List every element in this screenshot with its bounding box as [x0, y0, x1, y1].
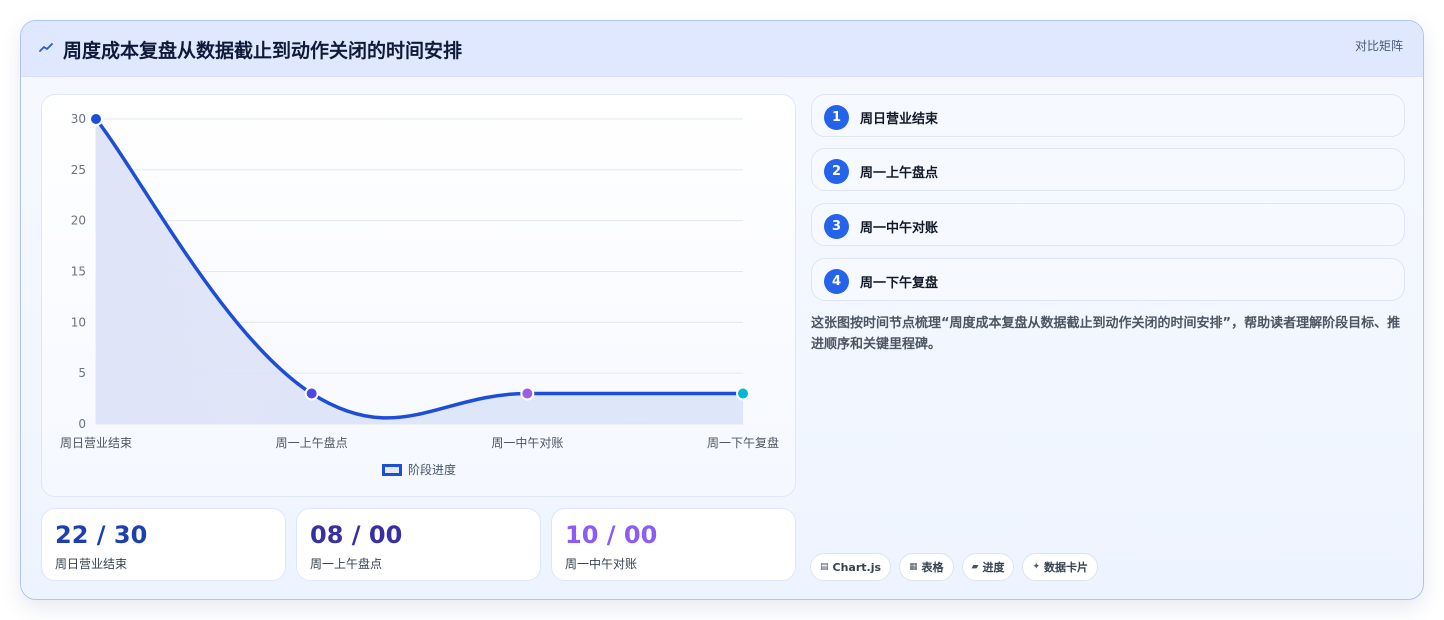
step-item-3[interactable]: 3 周一中午对账 [811, 203, 1405, 246]
y-tick-label: 15 [71, 265, 86, 279]
chart-legend[interactable]: 阶段进度 [382, 461, 456, 478]
table-icon: ▦ [909, 562, 918, 572]
y-tick-label: 20 [71, 214, 86, 228]
trend-icon [39, 43, 53, 52]
data-point [520, 386, 535, 401]
y-tick-label: 25 [71, 163, 86, 177]
data-point [736, 386, 750, 401]
tag-data-card[interactable]: ✦ 数据卡片 [1022, 553, 1099, 581]
step-item-1[interactable]: 1 周日营业结束 [811, 94, 1405, 137]
step-number-badge: 1 [824, 105, 849, 130]
progress-icon: ▰ [971, 562, 979, 572]
step-number-badge: 3 [824, 214, 849, 239]
tag-label: Chart.js [832, 560, 882, 574]
tag-progress[interactable]: ▰ 进度 [961, 553, 1015, 581]
step-item-2[interactable]: 2 周一上午盘点 [811, 148, 1405, 191]
card-header: 周度成本复盘从数据截止到动作关闭的时间安排 对比矩阵 [21, 21, 1423, 77]
stat-value: 08 / 00 [310, 521, 403, 549]
y-tick-label: 0 [78, 417, 86, 431]
stat-value: 10 / 00 [565, 521, 658, 549]
step-label: 周一中午对账 [860, 221, 939, 236]
x-tick-label: 周日营业结束 [60, 436, 132, 450]
chart-icon: ▤ [820, 562, 829, 572]
step-number-badge: 2 [824, 159, 849, 184]
tag-label: 表格 [921, 561, 944, 574]
page-title: 周度成本复盘从数据截止到动作关闭的时间安排 [63, 40, 463, 62]
tag-chartjs[interactable]: ▤ Chart.js [810, 553, 892, 581]
compare-matrix-link[interactable]: 对比矩阵 [1355, 37, 1403, 54]
stat-card-1: 22 / 30 周日营业结束 [41, 508, 286, 581]
line-chart: 0 5 10 15 20 25 30 周日营业结束 周一上午盘点 周一中午对账 周一下午复盘 [60, 112, 779, 450]
step-label: 周一上午盘点 [860, 166, 939, 181]
sparkle-icon: ✦ [1032, 562, 1041, 572]
stat-label: 周一中午对账 [565, 557, 638, 571]
y-tick-label: 30 [71, 112, 86, 126]
stat-label: 周日营业结束 [55, 557, 128, 571]
stat-card-2: 08 / 00 周一上午盘点 [296, 508, 541, 581]
y-tick-label: 10 [71, 315, 86, 329]
chart-panel: 0 5 10 15 20 25 30 周日营业结束 周一上午盘点 周一中午对账 周一下午复盘 阶段进… [41, 94, 796, 497]
y-tick-label: 5 [78, 366, 86, 380]
tag-table[interactable]: ▦ 表格 [899, 553, 954, 581]
chart-description: 这张图按时间节点梳理“周度成本复盘从数据截止到动作关闭的时间安排”，帮助读者理解… [811, 316, 1401, 352]
step-label: 周日营业结束 [860, 112, 939, 127]
data-point [304, 386, 319, 401]
stat-label: 周一上午盘点 [310, 557, 383, 571]
tag-label: 数据卡片 [1044, 561, 1089, 574]
step-number-badge: 4 [824, 269, 849, 294]
x-tick-label: 周一上午盘点 [276, 435, 348, 450]
stat-card-3: 10 / 00 周一中午对账 [551, 508, 796, 581]
stat-value: 22 / 30 [55, 521, 148, 549]
legend-label: 阶段进度 [408, 463, 457, 477]
x-tick-label: 周一中午对账 [491, 435, 563, 450]
legend-swatch [382, 463, 402, 476]
tag-list: ▤ Chart.js ▦ 表格 ▰ 进度 ✦ 数据卡片 [810, 553, 1099, 581]
tag-label: 进度 [982, 561, 1005, 574]
data-point [89, 112, 103, 126]
step-label: 周一下午复盘 [860, 276, 939, 291]
timeline-card: 周度成本复盘从数据截止到动作关闭的时间安排 对比矩阵 0 5 10 15 20 25 30 周… [20, 20, 1424, 600]
x-tick-label: 周一下午复盘 [707, 435, 779, 450]
step-item-4[interactable]: 4 周一下午复盘 [811, 258, 1405, 301]
